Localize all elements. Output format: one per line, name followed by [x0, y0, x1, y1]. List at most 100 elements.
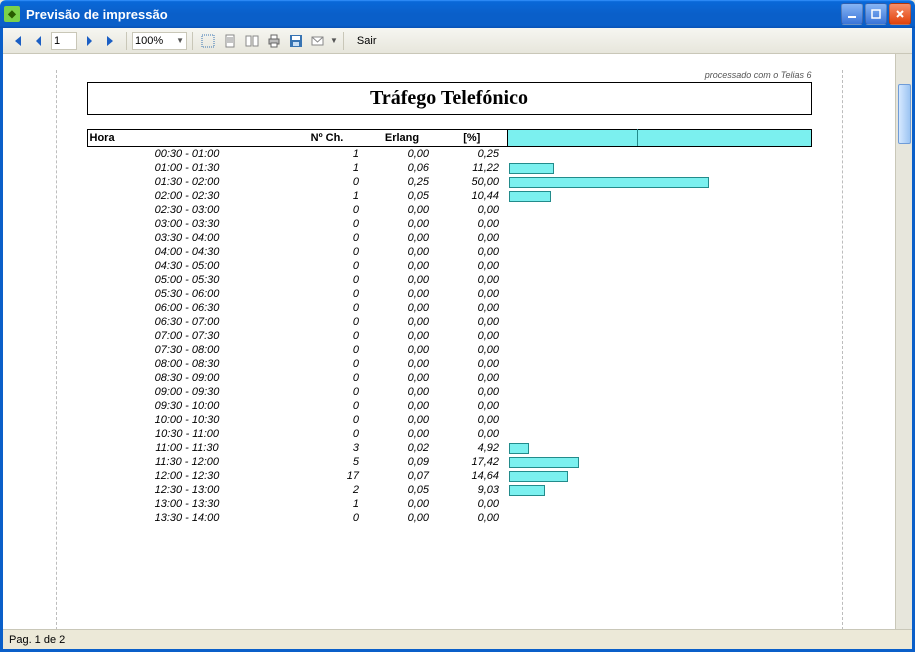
cell-hora: 10:30 - 11:00	[87, 427, 287, 441]
col-bar-right	[637, 130, 811, 147]
cell-erlang: 0,00	[367, 427, 437, 441]
page: processado com o Telias 6 Tráfego Telefó…	[32, 62, 867, 629]
last-page-button[interactable]	[101, 31, 121, 51]
cell-erlang: 0,00	[367, 497, 437, 511]
cell-hora: 06:00 - 06:30	[87, 301, 287, 315]
cell-hora: 03:00 - 03:30	[87, 217, 287, 231]
maximize-button[interactable]	[865, 3, 887, 25]
table-row: 02:00 - 02:30 1 0,05 10,44	[87, 189, 811, 203]
cell-bar	[507, 385, 811, 399]
cell-pct: 0,00	[437, 413, 507, 427]
cell-hora: 02:30 - 03:00	[87, 203, 287, 217]
cell-erlang: 0,00	[367, 287, 437, 301]
page-indicator: Pag. 1 de 2	[9, 634, 65, 646]
cell-erlang: 0,02	[367, 441, 437, 455]
cell-erlang: 0,00	[367, 231, 437, 245]
data-table: Hora Nº Ch. Erlang [%] 00:30 - 01:00 1 0…	[87, 129, 812, 525]
page-number-input[interactable]	[51, 32, 77, 50]
cell-nch: 0	[287, 301, 367, 315]
table-row: 05:00 - 05:30 0 0,00 0,00	[87, 273, 811, 287]
multi-page-button[interactable]	[242, 31, 262, 51]
preview-area[interactable]: processado com o Telias 6 Tráfego Telefó…	[3, 54, 895, 629]
cell-pct: 0,00	[437, 427, 507, 441]
cell-pct: 0,00	[437, 273, 507, 287]
cell-bar	[507, 399, 811, 413]
vertical-scrollbar[interactable]	[895, 54, 912, 629]
exit-button[interactable]: Sair	[357, 35, 377, 47]
minimize-button[interactable]	[841, 3, 863, 25]
cell-erlang: 0,00	[367, 273, 437, 287]
cell-erlang: 0,00	[367, 203, 437, 217]
cell-hora: 07:30 - 08:00	[87, 343, 287, 357]
table-row: 10:00 - 10:30 0 0,00 0,00	[87, 413, 811, 427]
window-title: Previsão de impressão	[26, 7, 841, 22]
table-row: 06:30 - 07:00 0 0,00 0,00	[87, 315, 811, 329]
chevron-down-icon[interactable]: ▼	[330, 36, 338, 45]
cell-bar	[507, 287, 811, 301]
window-controls	[841, 3, 911, 25]
cell-erlang: 0,00	[367, 357, 437, 371]
cell-bar	[507, 469, 811, 483]
cell-bar	[507, 441, 811, 455]
page-width-button[interactable]	[220, 31, 240, 51]
cell-bar	[507, 357, 811, 371]
cell-nch: 0	[287, 385, 367, 399]
cell-hora: 10:00 - 10:30	[87, 413, 287, 427]
cell-pct: 0,00	[437, 385, 507, 399]
cell-erlang: 0,00	[367, 217, 437, 231]
app-icon: ◆	[4, 6, 20, 22]
cell-hora: 09:30 - 10:00	[87, 399, 287, 413]
separator	[343, 32, 344, 50]
close-button[interactable]	[889, 3, 911, 25]
print-button[interactable]	[264, 31, 284, 51]
table-row: 08:30 - 09:00 0 0,00 0,00	[87, 371, 811, 385]
table-row: 12:30 - 13:00 2 0,05 9,03	[87, 483, 811, 497]
workspace: processado com o Telias 6 Tráfego Telefó…	[3, 54, 912, 629]
table-row: 07:00 - 07:30 0 0,00 0,00	[87, 329, 811, 343]
cell-hora: 09:00 - 09:30	[87, 385, 287, 399]
cell-erlang: 0,00	[367, 315, 437, 329]
whole-page-button[interactable]	[198, 31, 218, 51]
col-pct: [%]	[437, 130, 507, 147]
cell-nch: 0	[287, 329, 367, 343]
window-titlebar: ◆ Previsão de impressão	[0, 0, 915, 28]
cell-pct: 11,22	[437, 161, 507, 175]
cell-erlang: 0,00	[367, 399, 437, 413]
cell-hora: 11:00 - 11:30	[87, 441, 287, 455]
cell-bar	[507, 231, 811, 245]
email-button[interactable]	[308, 31, 328, 51]
cell-pct: 0,00	[437, 357, 507, 371]
cell-pct: 0,00	[437, 399, 507, 413]
cell-hora: 12:30 - 13:00	[87, 483, 287, 497]
cell-nch: 0	[287, 357, 367, 371]
first-page-button[interactable]	[7, 31, 27, 51]
scrollbar-thumb[interactable]	[898, 84, 911, 144]
cell-nch: 3	[287, 441, 367, 455]
cell-nch: 0	[287, 175, 367, 189]
cell-erlang: 0,00	[367, 147, 437, 162]
cell-bar	[507, 161, 811, 175]
save-button[interactable]	[286, 31, 306, 51]
col-erlang: Erlang	[367, 130, 437, 147]
cell-pct: 0,00	[437, 315, 507, 329]
report-title: Tráfego Telefónico	[370, 87, 528, 109]
cell-erlang: 0,00	[367, 413, 437, 427]
cell-pct: 0,00	[437, 259, 507, 273]
zoom-select[interactable]: 100% ▼	[132, 32, 187, 50]
cell-erlang: 0,00	[367, 301, 437, 315]
table-row: 04:00 - 04:30 0 0,00 0,00	[87, 245, 811, 259]
table-row: 11:00 - 11:30 3 0,02 4,92	[87, 441, 811, 455]
cell-pct: 9,03	[437, 483, 507, 497]
next-page-button[interactable]	[79, 31, 99, 51]
col-bar-left	[507, 130, 637, 147]
cell-nch: 0	[287, 231, 367, 245]
cell-nch: 5	[287, 455, 367, 469]
cell-hora: 13:00 - 13:30	[87, 497, 287, 511]
statusbar: Pag. 1 de 2	[3, 629, 912, 649]
prev-page-button[interactable]	[29, 31, 49, 51]
cell-nch: 0	[287, 343, 367, 357]
cell-bar	[507, 329, 811, 343]
table-row: 09:00 - 09:30 0 0,00 0,00	[87, 385, 811, 399]
processed-label: processado com o Telias 6	[87, 70, 812, 80]
cell-hora: 12:00 - 12:30	[87, 469, 287, 483]
